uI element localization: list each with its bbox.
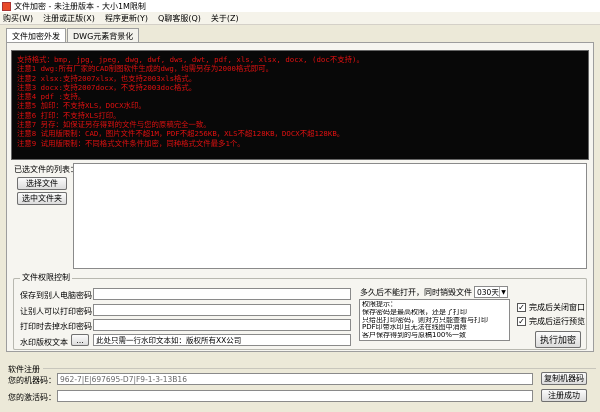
console-line: 注意2 xlsx:支持2007xlsx，也支持2003xls格式。 xyxy=(17,73,197,83)
watermark-text-input[interactable]: 此处只需一行水印文本如：版权所有XX公司 xyxy=(93,334,351,346)
chevron-down-icon[interactable]: ▼ xyxy=(499,287,507,297)
watermark-password-input[interactable] xyxy=(93,319,351,331)
window-title: 文件加密 - 未注册版本 - 大小1M限制 xyxy=(14,1,146,11)
copy-machine-code-button[interactable]: 复制机器码 xyxy=(541,372,587,385)
menu-bar: 购买(W) 注册或正版(X) 程序更新(Y) Q聊客服(Q) 关于(Z) xyxy=(0,12,600,25)
menu-support[interactable]: Q聊客服(Q) xyxy=(158,13,201,24)
tip-line: PDF印带水印且无法在线图中消除 xyxy=(362,324,467,332)
run-preview-checkbox-row[interactable]: ✓ 完成后运行预览 xyxy=(517,316,585,327)
watermark-text-label: 水印版权文本 xyxy=(20,338,68,347)
permissions-title: 文件权限控制 xyxy=(20,272,72,283)
console-line: 注意9 试用版限制：不同格式文件条件加密，同种格式文件最多1个。 xyxy=(17,138,245,148)
activation-code-label: 您的激活码： xyxy=(8,393,56,402)
run-preview-label: 完成后运行预览 xyxy=(529,317,585,326)
console-line: 注意4 pdf :支持。 xyxy=(17,92,86,102)
select-file-button[interactable]: 选择文件 xyxy=(17,177,67,190)
console-line: 支持格式：bmp, jpg, jpeg, dwg, dwf, dws, dwt,… xyxy=(17,55,364,64)
expire-value: 030天 xyxy=(477,287,499,297)
app-icon xyxy=(2,1,11,11)
menu-about[interactable]: 关于(Z) xyxy=(211,13,239,24)
tip-line: 保存密码是最高权限，还是了打印 xyxy=(362,308,467,316)
menu-update[interactable]: 程序更新(Y) xyxy=(105,13,148,24)
tip-line: 只给出打印密码，则对方只能查看与打印 xyxy=(362,316,488,324)
print-password-label: 让别人可以打印密码 xyxy=(20,307,92,316)
print-password-input[interactable] xyxy=(93,304,351,316)
close-after-checkbox[interactable]: ✓ xyxy=(517,303,526,312)
machine-code-label: 您的机器码： xyxy=(8,376,56,385)
register-button[interactable]: 注册成功 xyxy=(541,389,587,402)
menu-register[interactable]: 注册或正版(X) xyxy=(43,13,95,24)
close-after-label: 完成后关闭窗口 xyxy=(529,303,585,312)
close-after-checkbox-row[interactable]: ✓ 完成后关闭窗口 xyxy=(517,302,585,313)
save-password-label: 保存到别人电脑密码 xyxy=(20,291,92,300)
console-line: 注意1 dwg:所有厂家的CAD制图软件生成的dwg，均需另存为2000格式即可… xyxy=(17,64,273,74)
console-line: 注意5 加印：不支持XLS，DOCX水印。 xyxy=(17,101,146,111)
run-preview-checkbox[interactable]: ✓ xyxy=(517,317,526,326)
console-line: 注意6 打印：不支持XLS打印。 xyxy=(17,110,121,120)
console-line: 注意7 另存：如保证另存得到的文件与您的原稿完全一致。 xyxy=(17,120,211,130)
console-line: 注意3 docx:支持2007docx，不支持2003doc格式。 xyxy=(17,82,197,92)
save-password-input[interactable] xyxy=(93,288,351,300)
console-line: 注意8 试用版限制：CAD，图片文件不超1M，PDF不超256KB，XLS不超1… xyxy=(17,129,345,139)
execute-encrypt-button[interactable]: 执行加密 xyxy=(535,331,581,348)
title-bar: 文件加密 - 未注册版本 - 大小1M限制 xyxy=(0,0,600,12)
expire-label: 多久后不能打开，同时销毁文件 xyxy=(360,288,472,297)
permission-tips: 权限提示： 保存密码是最高权限，还是了打印 只给出打印密码，则对方只能查看与打印… xyxy=(359,299,510,341)
watermark-browse-button[interactable]: ... xyxy=(71,334,89,346)
tip-line: 权限提示： xyxy=(362,301,397,308)
machine-code-input[interactable]: 962-7|E|697695-D7|F9-1-3-13B16 xyxy=(57,373,533,385)
tip-line: 客户保存得到的与原稿100%一致 xyxy=(362,332,467,340)
watermark-password-label: 打印时去掉水印密码 xyxy=(20,322,92,331)
files-label: 已选文件的列表： xyxy=(14,165,78,174)
expire-select[interactable]: 030天 ▼ xyxy=(474,286,508,298)
registration-title: 软件注册 xyxy=(8,365,40,374)
tab-file-encrypt[interactable]: 文件加密外发 xyxy=(6,28,66,43)
menu-buy[interactable]: 购买(W) xyxy=(3,13,33,24)
activation-code-input[interactable] xyxy=(57,390,533,402)
select-folder-button[interactable]: 选中文件夹 xyxy=(17,192,67,205)
tab-dwg-background[interactable]: DWG元素背景化 xyxy=(67,28,140,42)
info-console: 支持格式：bmp, jpg, jpeg, dwg, dwf, dws, dwt,… xyxy=(11,50,589,160)
file-list[interactable] xyxy=(73,163,587,269)
registration-divider xyxy=(43,368,596,369)
tab-strip: 文件加密外发 DWG元素背景化 xyxy=(6,28,140,43)
